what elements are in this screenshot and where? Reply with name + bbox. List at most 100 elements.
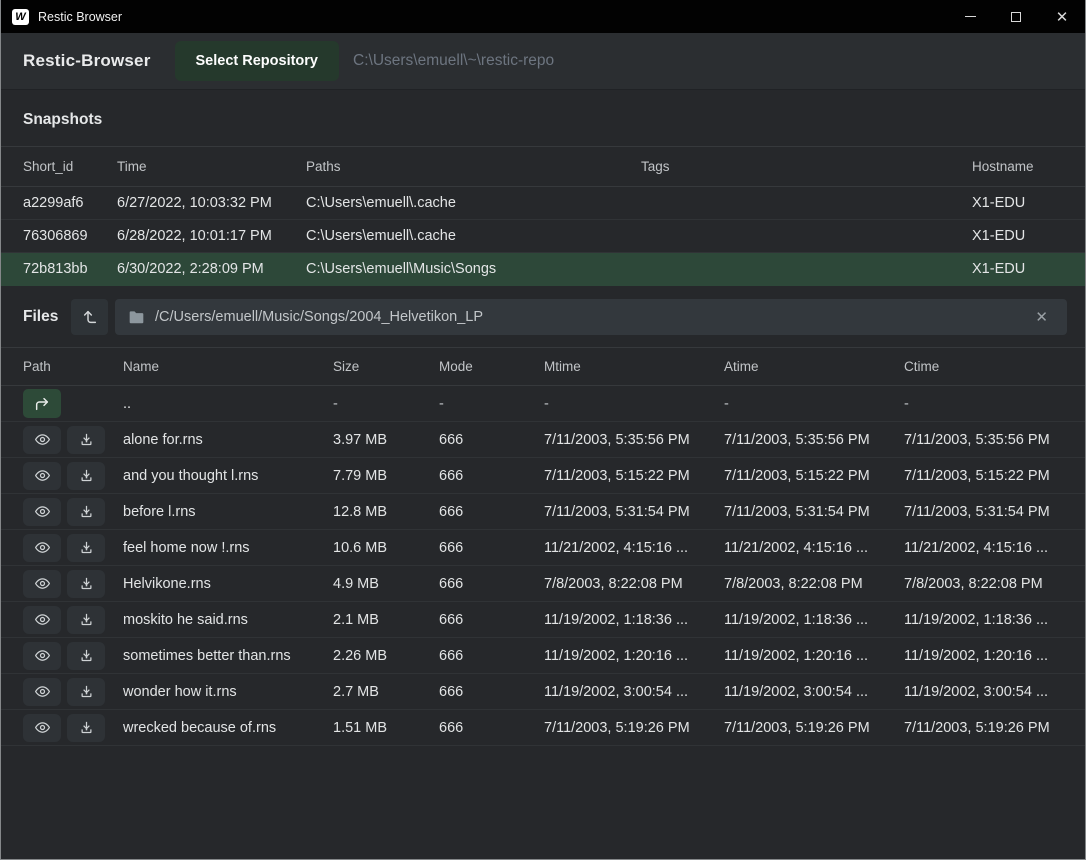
file-ctime: 7/11/2003, 5:35:56 PM: [904, 432, 1085, 448]
file-ctime: 11/19/2002, 1:18:36 ...: [904, 612, 1085, 628]
file-mode: 666: [439, 612, 544, 628]
file-atime: 7/8/2003, 8:22:08 PM: [724, 576, 904, 592]
eye-icon: [34, 540, 51, 555]
col-paths: Paths: [306, 159, 641, 174]
download-file-button[interactable]: [67, 606, 105, 634]
download-icon: [79, 720, 94, 735]
file-mtime: 11/19/2002, 1:20:16 ...: [544, 648, 724, 664]
repository-path: C:\Users\emuell\~\restic-repo: [353, 52, 554, 70]
file-ctime: 7/8/2003, 8:22:08 PM: [904, 576, 1085, 592]
file-name: before l.rns: [123, 504, 333, 520]
download-icon: [79, 468, 94, 483]
download-icon: [79, 684, 94, 699]
download-icon: [79, 432, 94, 447]
title-bar: W Restic Browser ✕: [1, 0, 1085, 33]
snapshots-table-header: Short_id Time Paths Tags Hostname: [1, 146, 1085, 187]
snapshot-hostname: X1-EDU: [972, 195, 1085, 211]
file-mode: 666: [439, 432, 544, 448]
eye-icon: [34, 468, 51, 483]
download-icon: [79, 540, 94, 555]
file-row: moskito he said.rns2.1 MB66611/19/2002, …: [1, 602, 1085, 638]
col-tags: Tags: [641, 159, 972, 174]
col-size: Size: [333, 359, 439, 374]
file-mode: 666: [439, 540, 544, 556]
file-row: before l.rns12.8 MB6667/11/2003, 5:31:54…: [1, 494, 1085, 530]
snapshot-paths: C:\Users\emuell\Music\Songs: [306, 261, 641, 277]
file-mode: 666: [439, 504, 544, 520]
preview-file-button[interactable]: [23, 678, 61, 706]
snapshot-row-selected[interactable]: 72b813bb 6/30/2022, 2:28:09 PM C:\Users\…: [1, 253, 1085, 286]
col-path: Path: [23, 359, 123, 374]
preview-file-button[interactable]: [23, 606, 61, 634]
download-file-button[interactable]: [67, 426, 105, 454]
download-file-button[interactable]: [67, 534, 105, 562]
preview-file-button[interactable]: [23, 534, 61, 562]
file-atime: 11/21/2002, 4:15:16 ...: [724, 540, 904, 556]
download-icon: [79, 648, 94, 663]
file-ctime: 11/21/2002, 4:15:16 ...: [904, 540, 1085, 556]
file-atime: 7/11/2003, 5:19:26 PM: [724, 720, 904, 736]
snapshot-paths: C:\Users\emuell\.cache: [306, 228, 641, 244]
file-ctime: -: [904, 396, 1085, 412]
snapshot-row[interactable]: a2299af6 6/27/2022, 10:03:32 PM C:\Users…: [1, 187, 1085, 220]
preview-file-button[interactable]: [23, 570, 61, 598]
file-size: 2.26 MB: [333, 648, 439, 664]
clear-path-button[interactable]: ✕: [1029, 304, 1054, 330]
preview-file-button[interactable]: [23, 462, 61, 490]
file-name: Helvikone.rns: [123, 576, 333, 592]
file-size: 2.7 MB: [333, 684, 439, 700]
current-path-input[interactable]: /C/Users/emuell/Music/Songs/2004_Helveti…: [115, 299, 1067, 335]
go-up-button[interactable]: [23, 389, 61, 418]
snapshot-row[interactable]: 76306869 6/28/2022, 10:01:17 PM C:\Users…: [1, 220, 1085, 253]
download-file-button[interactable]: [67, 570, 105, 598]
files-heading: Files: [23, 308, 71, 326]
eye-icon: [34, 504, 51, 519]
file-mtime: 7/8/2003, 8:22:08 PM: [544, 576, 724, 592]
file-atime: 11/19/2002, 3:00:54 ...: [724, 684, 904, 700]
preview-file-button[interactable]: [23, 714, 61, 742]
file-row: and you thought l.rns7.79 MB6667/11/2003…: [1, 458, 1085, 494]
download-icon: [79, 504, 94, 519]
preview-file-button[interactable]: [23, 426, 61, 454]
download-file-button[interactable]: [67, 714, 105, 742]
file-mtime: 7/11/2003, 5:31:54 PM: [544, 504, 724, 520]
eye-icon: [34, 612, 51, 627]
file-atime: 7/11/2003, 5:31:54 PM: [724, 504, 904, 520]
select-repository-button[interactable]: Select Repository: [175, 41, 340, 81]
download-file-button[interactable]: [67, 642, 105, 670]
preview-file-button[interactable]: [23, 642, 61, 670]
snapshot-paths: C:\Users\emuell\.cache: [306, 195, 641, 211]
files-table-header: Path Name Size Mode Mtime Atime Ctime: [1, 347, 1085, 386]
download-file-button[interactable]: [67, 462, 105, 490]
file-ctime: 7/11/2003, 5:15:22 PM: [904, 468, 1085, 484]
file-mtime: 7/11/2003, 5:15:22 PM: [544, 468, 724, 484]
file-mode: 666: [439, 468, 544, 484]
corner-left-up-icon: [82, 309, 98, 325]
file-name: ..: [123, 396, 333, 412]
snapshot-short-id: 72b813bb: [23, 261, 117, 277]
file-mtime: 7/11/2003, 5:35:56 PM: [544, 432, 724, 448]
download-file-button[interactable]: [67, 498, 105, 526]
snapshot-time: 6/30/2022, 2:28:09 PM: [117, 261, 306, 277]
preview-file-button[interactable]: [23, 498, 61, 526]
download-file-button[interactable]: [67, 678, 105, 706]
file-mode: -: [439, 396, 544, 412]
file-mode: 666: [439, 720, 544, 736]
col-hostname: Hostname: [972, 159, 1085, 174]
eye-icon: [34, 684, 51, 699]
file-name: moskito he said.rns: [123, 612, 333, 628]
file-size: 10.6 MB: [333, 540, 439, 556]
file-size: 7.79 MB: [333, 468, 439, 484]
parent-directory-button[interactable]: [71, 299, 108, 335]
files-table-body: alone for.rns3.97 MB6667/11/2003, 5:35:5…: [1, 422, 1085, 746]
maximize-button[interactable]: [993, 0, 1039, 33]
minimize-button[interactable]: [947, 0, 993, 33]
close-button[interactable]: ✕: [1039, 0, 1085, 33]
file-atime: 7/11/2003, 5:35:56 PM: [724, 432, 904, 448]
files-toolbar: Files /C/Users/emuell/Music/Songs/2004_H…: [23, 299, 1067, 335]
snapshot-short-id: 76306869: [23, 228, 117, 244]
file-row: wonder how it.rns2.7 MB66611/19/2002, 3:…: [1, 674, 1085, 710]
parent-directory-row: .. - - - - -: [1, 386, 1085, 422]
col-short-id: Short_id: [23, 159, 117, 174]
file-name: sometimes better than.rns: [123, 648, 333, 664]
